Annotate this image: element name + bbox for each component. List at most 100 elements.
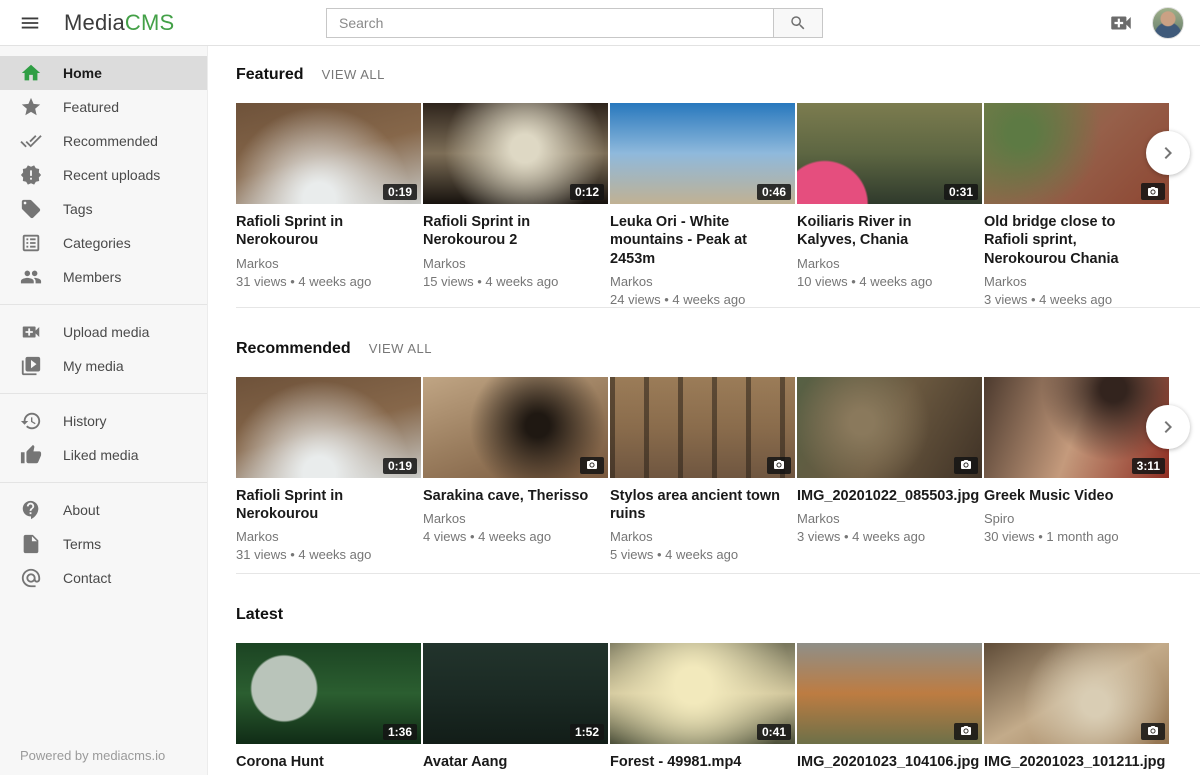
media-card[interactable]: Stylos area ancient town ruins Markos 5 … xyxy=(610,377,795,573)
sidebar-item-recommended[interactable]: Recommended xyxy=(0,124,207,158)
media-card[interactable]: 3:11 Greek Music Video Spiro 30 views • … xyxy=(984,377,1169,573)
media-card[interactable]: Sarakina cave, Therisso Markos 4 views •… xyxy=(423,377,608,573)
media-title[interactable]: Rafioli Sprint in Nerokourou xyxy=(236,487,413,524)
media-thumbnail[interactable] xyxy=(423,377,608,478)
sidebar-item-recent-uploads[interactable]: Recent uploads xyxy=(0,158,207,192)
chevron-right-icon xyxy=(1156,415,1180,439)
sidebar-item-label: Recommended xyxy=(63,133,158,149)
media-card[interactable]: IMG_20201022_085503.jpg Markos 3 views •… xyxy=(797,377,982,573)
view-all-link[interactable]: VIEW ALL xyxy=(322,67,385,82)
media-title[interactable]: Old bridge close to Rafioli sprint, Nero… xyxy=(984,213,1161,268)
search-bar xyxy=(326,8,823,38)
media-card-body: IMG_20201022_085503.jpg Markos 3 views •… xyxy=(797,487,982,573)
search-input[interactable] xyxy=(326,8,773,38)
media-thumbnail[interactable]: 0:46 xyxy=(610,103,795,204)
media-title[interactable]: IMG_20201023_104106.jpg xyxy=(797,753,974,771)
media-card[interactable]: 0:19 Rafioli Sprint in Nerokourou Markos… xyxy=(236,103,421,307)
duration-badge: 0:46 xyxy=(757,184,791,200)
media-author[interactable]: Markos xyxy=(423,256,600,271)
media-card[interactable]: 0:46 Leuka Ori - White mountains - Peak … xyxy=(610,103,795,307)
sidebar-item-home[interactable]: Home xyxy=(0,56,207,90)
media-card[interactable]: 0:41 Forest - 49981.mp4 test 17 views • … xyxy=(610,643,795,775)
media-thumbnail[interactable] xyxy=(984,103,1169,204)
media-thumbnail[interactable] xyxy=(984,643,1169,744)
media-title[interactable]: Koiliaris River in Kalyves, Chania xyxy=(797,213,974,250)
media-author[interactable]: Markos xyxy=(236,529,413,544)
sidebar-item-members[interactable]: Members xyxy=(0,260,207,294)
media-thumbnail[interactable]: 1:52 xyxy=(423,643,608,744)
media-author[interactable]: Markos xyxy=(610,529,787,544)
sidebar-item-upload-media[interactable]: Upload media xyxy=(0,315,207,349)
media-title[interactable]: IMG_20201023_101211.jpg xyxy=(984,753,1161,771)
view-all-link[interactable]: VIEW ALL xyxy=(369,341,432,356)
media-thumbnail[interactable] xyxy=(797,377,982,478)
media-title[interactable]: Rafioli Sprint in Nerokourou 2 xyxy=(423,213,600,250)
media-thumbnail[interactable]: 0:19 xyxy=(236,377,421,478)
sidebar-item-categories[interactable]: Categories xyxy=(0,226,207,260)
media-title[interactable]: Avatar Aang xyxy=(423,753,600,771)
duration-badge: 0:19 xyxy=(383,184,417,200)
powered-by-link[interactable]: Powered by mediacms.io xyxy=(20,748,165,763)
sidebar-item-tags[interactable]: Tags xyxy=(0,192,207,226)
media-thumbnail[interactable] xyxy=(797,643,982,744)
sidebar-item-contact[interactable]: Contact xyxy=(0,561,207,595)
media-title[interactable]: Stylos area ancient town ruins xyxy=(610,487,787,524)
media-author[interactable]: Markos xyxy=(797,256,974,271)
media-meta: 4 views • 4 weeks ago xyxy=(423,529,600,544)
tag-icon xyxy=(20,198,42,220)
media-card[interactable]: Old bridge close to Rafioli sprint, Nero… xyxy=(984,103,1169,307)
sidebar-item-liked-media[interactable]: Liked media xyxy=(0,438,207,472)
search-button[interactable] xyxy=(773,8,823,38)
camera-icon xyxy=(1141,723,1165,740)
media-thumbnail[interactable]: 0:41 xyxy=(610,643,795,744)
media-author[interactable]: Markos xyxy=(423,511,600,526)
sidebar-item-terms[interactable]: Terms xyxy=(0,527,207,561)
media-card[interactable]: IMG_20201023_104106.jpg Markos 4 views •… xyxy=(797,643,982,775)
media-author[interactable]: Markos xyxy=(984,274,1161,289)
sidebar-item-about[interactable]: About xyxy=(0,493,207,527)
upload-video-icon[interactable] xyxy=(1108,10,1134,36)
media-title[interactable]: Greek Music Video xyxy=(984,487,1161,505)
media-thumbnail[interactable]: 0:31 xyxy=(797,103,982,204)
media-thumbnail[interactable]: 3:11 xyxy=(984,377,1169,478)
sidebar-item-history[interactable]: History xyxy=(0,404,207,438)
media-thumbnail[interactable] xyxy=(610,377,795,478)
media-card[interactable]: 1:52 Avatar Aang Dickson Jr. 12 views • … xyxy=(423,643,608,775)
camera-icon xyxy=(954,723,978,740)
media-author[interactable]: Markos xyxy=(797,511,974,526)
sidebar-item-my-media[interactable]: My media xyxy=(0,349,207,383)
media-card[interactable]: 0:12 Rafioli Sprint in Nerokourou 2 Mark… xyxy=(423,103,608,307)
media-card[interactable]: 0:19 Rafioli Sprint in Nerokourou Markos… xyxy=(236,377,421,573)
menu-icon[interactable] xyxy=(18,11,42,35)
media-card[interactable]: 1:36 Corona Hunt Dickson Jr. 6 views • 4… xyxy=(236,643,421,775)
media-author[interactable]: Markos xyxy=(610,274,787,289)
home-icon xyxy=(20,62,42,84)
video-call-icon xyxy=(20,321,42,343)
section-header: Latest xyxy=(236,606,1200,623)
media-title[interactable]: Corona Hunt xyxy=(236,753,413,771)
media-meta: 15 views • 4 weeks ago xyxy=(423,274,600,289)
media-title[interactable]: IMG_20201022_085503.jpg xyxy=(797,487,974,505)
user-avatar[interactable] xyxy=(1152,7,1184,39)
duration-badge: 1:52 xyxy=(570,724,604,740)
media-card[interactable]: IMG_20201023_101211.jpg Markos 4 views •… xyxy=(984,643,1169,775)
media-thumbnail[interactable]: 0:19 xyxy=(236,103,421,204)
media-title[interactable]: Forest - 49981.mp4 xyxy=(610,753,787,771)
next-arrow-button[interactable] xyxy=(1146,405,1190,449)
media-thumbnail[interactable]: 1:36 xyxy=(236,643,421,744)
media-author[interactable]: Spiro xyxy=(984,511,1161,526)
media-thumbnail[interactable]: 0:12 xyxy=(423,103,608,204)
media-title[interactable]: Rafioli Sprint in Nerokourou xyxy=(236,213,413,250)
duration-badge: 0:41 xyxy=(757,724,791,740)
next-arrow-button[interactable] xyxy=(1146,131,1190,175)
media-title[interactable]: Leuka Ori - White mountains - Peak at 24… xyxy=(610,213,787,268)
media-card[interactable]: 0:31 Koiliaris River in Kalyves, Chania … xyxy=(797,103,982,307)
sidebar-divider xyxy=(0,304,207,305)
media-title[interactable]: Sarakina cave, Therisso xyxy=(423,487,600,505)
sidebar-item-label: History xyxy=(63,413,107,429)
media-card-body: Leuka Ori - White mountains - Peak at 24… xyxy=(610,213,795,307)
sidebar-item-featured[interactable]: Featured xyxy=(0,90,207,124)
duration-badge: 0:19 xyxy=(383,458,417,474)
app-logo[interactable]: MediaCMS xyxy=(64,10,174,36)
media-author[interactable]: Markos xyxy=(236,256,413,271)
